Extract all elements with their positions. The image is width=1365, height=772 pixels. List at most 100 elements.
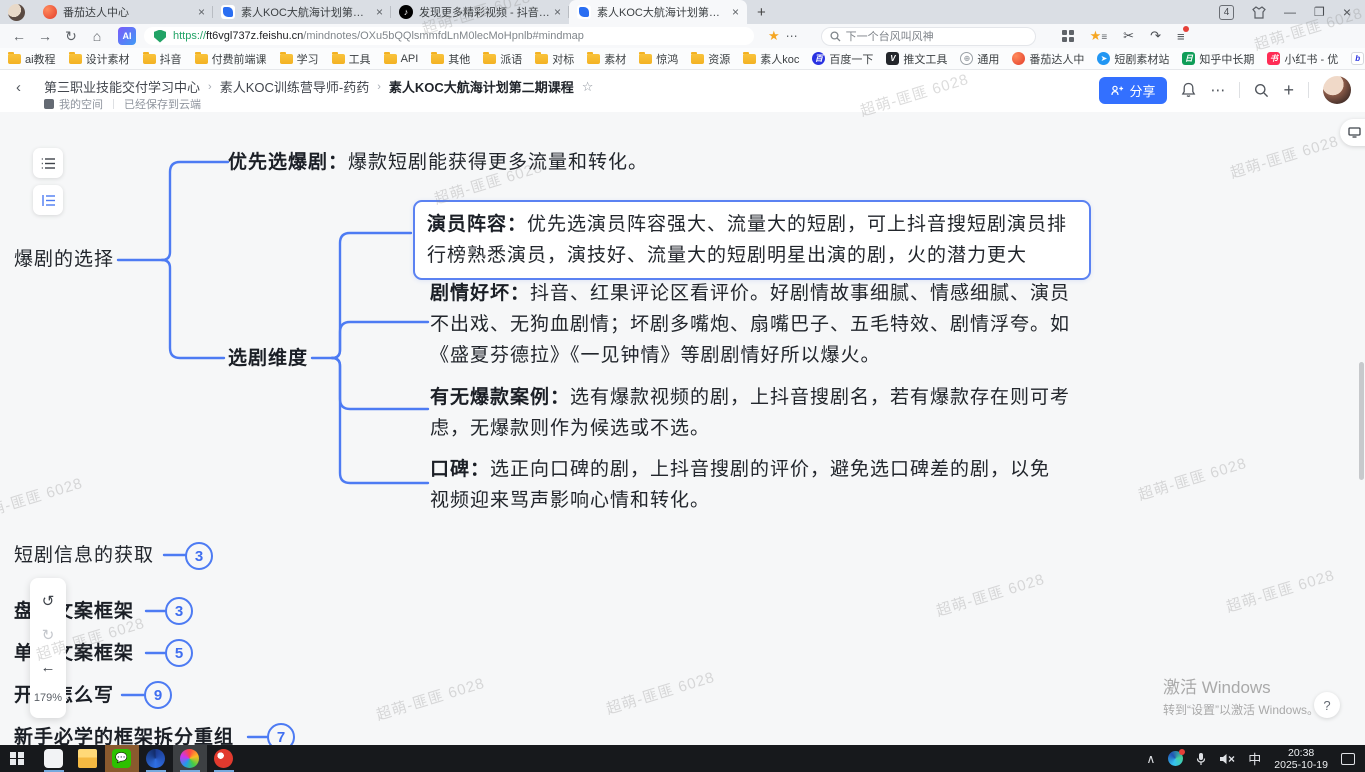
doc-back-icon[interactable]: ‹ (16, 79, 21, 96)
theme-shirt-icon[interactable] (1252, 6, 1266, 19)
taskbar-clock[interactable]: 20:38 2025-10-19 (1274, 747, 1328, 771)
bookmark-folder[interactable]: 素人koc (743, 51, 799, 67)
taskbar-app-blue[interactable] (139, 745, 173, 772)
doc-search-icon[interactable] (1254, 83, 1269, 98)
taskbar-app-red[interactable] (207, 745, 241, 772)
user-avatar[interactable] (1323, 76, 1351, 104)
bookmark-folder[interactable]: 派语 (483, 51, 522, 67)
bookmark-folder[interactable]: 学习 (280, 51, 319, 67)
tab-close-icon[interactable]: × (376, 5, 383, 19)
bookmark-folder[interactable]: 对标 (535, 51, 574, 67)
bookmark-folder[interactable]: 抖音 (143, 51, 182, 67)
mindmap-view-button[interactable] (33, 185, 63, 215)
bookmark-folder[interactable]: 素材 (587, 51, 626, 67)
bookmark-folder[interactable]: ai教程 (8, 51, 56, 67)
collapse-count-badge[interactable]: 7 (267, 723, 295, 745)
doc-more-icon[interactable]: ⋯ (1210, 81, 1225, 99)
bookmark-folder[interactable]: 付费前端课 (195, 51, 267, 67)
action-center-icon[interactable] (1341, 753, 1355, 765)
mindmap-node-info[interactable]: 短剧信息的获取 (14, 540, 154, 571)
bookmark-folder[interactable]: API (384, 53, 419, 65)
browser-profile-avatar[interactable] (8, 4, 25, 21)
reload-icon[interactable]: ↻ (58, 28, 84, 45)
collapse-count-badge[interactable]: 5 (165, 639, 193, 667)
bookmark-item[interactable]: V推文工具 (886, 51, 947, 67)
tab-fanqie-center[interactable]: 番茄达人中心 × (35, 0, 213, 24)
ai-assistant-icon[interactable]: AI (118, 27, 136, 45)
menu-icon[interactable]: ≡ (1177, 29, 1185, 44)
new-tab-button[interactable]: + (757, 4, 766, 21)
forward-icon[interactable]: → (32, 28, 58, 44)
share-button[interactable]: 分享 (1099, 77, 1167, 104)
presentation-mode-button[interactable] (1340, 119, 1365, 146)
mindmap-node-priority[interactable]: 优先选爆剧：爆款短剧能获得更多流量和转化。 (228, 147, 668, 178)
breadcrumb-item[interactable]: 第三职业技能交付学习中心 (44, 77, 200, 96)
home-icon[interactable]: ⌂ (84, 28, 110, 44)
zoom-level[interactable]: 179% (34, 692, 62, 704)
bookmark-folder[interactable]: 工具 (332, 51, 371, 67)
taskbar-app-notes[interactable] (37, 745, 71, 772)
collapse-count-badge[interactable]: 9 (144, 681, 172, 709)
taskbar-wechat[interactable]: 💬 (105, 745, 139, 772)
mindmap-node-cast-selected[interactable]: 演员阵容：优先选演员阵容强大、流量大的短剧，可上抖音搜短剧演员排行榜熟悉演员，演… (413, 200, 1091, 280)
restore-button[interactable]: ❐ (1314, 5, 1325, 19)
bookmark-folder[interactable]: 惊鸿 (639, 51, 678, 67)
tab-count-box[interactable]: 4 (1219, 5, 1234, 20)
tab-feishu-doc-1[interactable]: 素人KOC大航海计划第二期 × (213, 0, 391, 24)
start-button[interactable] (10, 752, 24, 766)
microphone-icon[interactable] (1196, 752, 1206, 766)
minimize-button[interactable]: — (1284, 5, 1296, 19)
url-bar[interactable]: https://ft6vgl737z.feishu.cn/mindnotes/O… (144, 27, 754, 45)
tab-feishu-doc-active[interactable]: 素人KOC大航海计划第二期 × (569, 0, 747, 24)
space-label[interactable]: 我的空间 (59, 96, 103, 112)
tab-close-icon[interactable]: × (732, 5, 739, 19)
bookmark-baidu[interactable]: 百百度一下 (812, 51, 873, 67)
redo-icon[interactable]: ↻ (42, 626, 55, 644)
bookmark-folder[interactable]: 资源 (691, 51, 730, 67)
tray-expand-icon[interactable]: ∧ (1146, 752, 1155, 766)
collapse-count-badge[interactable]: 3 (185, 542, 213, 570)
notifications-bell-icon[interactable] (1181, 82, 1196, 98)
tab-douyin-search[interactable]: ♪ 发现更多精彩视频 - 抖音搜索 × (391, 0, 569, 24)
mindmap-node-reputation[interactable]: 口碑：选正向口碑的剧，上抖音搜剧的评价，避免选口碑差的剧，以免视频迎来骂声影响心… (430, 454, 1070, 516)
taskbar-app-colorwheel[interactable] (173, 745, 207, 772)
favorites-list-icon[interactable]: ★≡ (1090, 28, 1108, 44)
edge-browser-icon[interactable] (1168, 751, 1183, 766)
mindmap-node-newbie[interactable]: 新手必学的框架拆分重组 (14, 722, 234, 745)
undo-icon[interactable]: ↺ (42, 592, 55, 610)
mindmap-node-plot[interactable]: 剧情好坏：抖音、红果评论区看评价。好剧情故事细腻、情感细腻、演员不出戏、无狗血剧… (430, 278, 1078, 371)
outline-view-button[interactable] (33, 148, 63, 178)
create-plus-icon[interactable]: + (1283, 80, 1294, 101)
bookmark-item[interactable]: ➤短剧素材站 (1097, 51, 1169, 67)
volume-muted-icon[interactable] (1219, 753, 1235, 765)
mindmap-node-dimension[interactable]: 选剧维度 (228, 343, 308, 374)
tab-close-icon[interactable]: × (554, 5, 561, 19)
bookmark-folder[interactable]: 其他 (431, 51, 470, 67)
apps-grid-icon[interactable] (1062, 30, 1074, 42)
bookmark-folder[interactable]: 设计素材 (69, 51, 130, 67)
bookmark-item[interactable]: 日知乎中长期 (1182, 51, 1254, 67)
quick-search-box[interactable]: 下一个台风叫风神 (821, 27, 1036, 46)
url-more-icon[interactable]: ⋯ (786, 29, 799, 43)
breadcrumb-item[interactable]: 素人KOC训练营导师-药药 (220, 77, 370, 96)
collapse-count-badge[interactable]: 3 (165, 597, 193, 625)
doc-favorite-star-icon[interactable]: ☆ (582, 79, 594, 95)
mindmap-node-root[interactable]: 爆剧的选择 (14, 244, 114, 275)
bookmark-item[interactable]: 番茄达人中 (1012, 51, 1084, 67)
mindmap-canvas[interactable]: 爆剧的选择 优先选爆剧：爆款短剧能获得更多流量和转化。 选剧维度 演员阵容：优先… (0, 112, 1365, 745)
bookmark-item[interactable]: 书小红书 - 优 (1267, 51, 1338, 67)
history-undo-icon[interactable]: ↷ (1150, 28, 1161, 44)
mindmap-node-hit-case[interactable]: 有无爆款案例：选有爆款视频的剧，上抖音搜剧名，若有爆款存在则可考虑，无爆款则作为… (430, 382, 1078, 444)
close-button[interactable]: × (1343, 4, 1351, 20)
doc-title[interactable]: 素人KOC大航海计划第二期课程 (389, 77, 574, 96)
bookmark-star-icon[interactable]: ★ (768, 28, 780, 44)
taskbar-file-explorer[interactable] (71, 745, 105, 772)
bookmark-item[interactable]: ⊕通用 (960, 51, 999, 67)
ime-indicator[interactable]: 中 (1248, 749, 1261, 768)
screenshot-scissors-icon[interactable]: ✂ (1123, 28, 1134, 44)
back-icon[interactable]: ← (6, 28, 32, 44)
tab-close-icon[interactable]: × (198, 5, 205, 19)
back-to-center-icon[interactable]: ← (41, 659, 56, 676)
bookmark-item[interactable]: b未命名文件 (1351, 51, 1365, 67)
vertical-scrollbar[interactable] (1359, 362, 1364, 480)
